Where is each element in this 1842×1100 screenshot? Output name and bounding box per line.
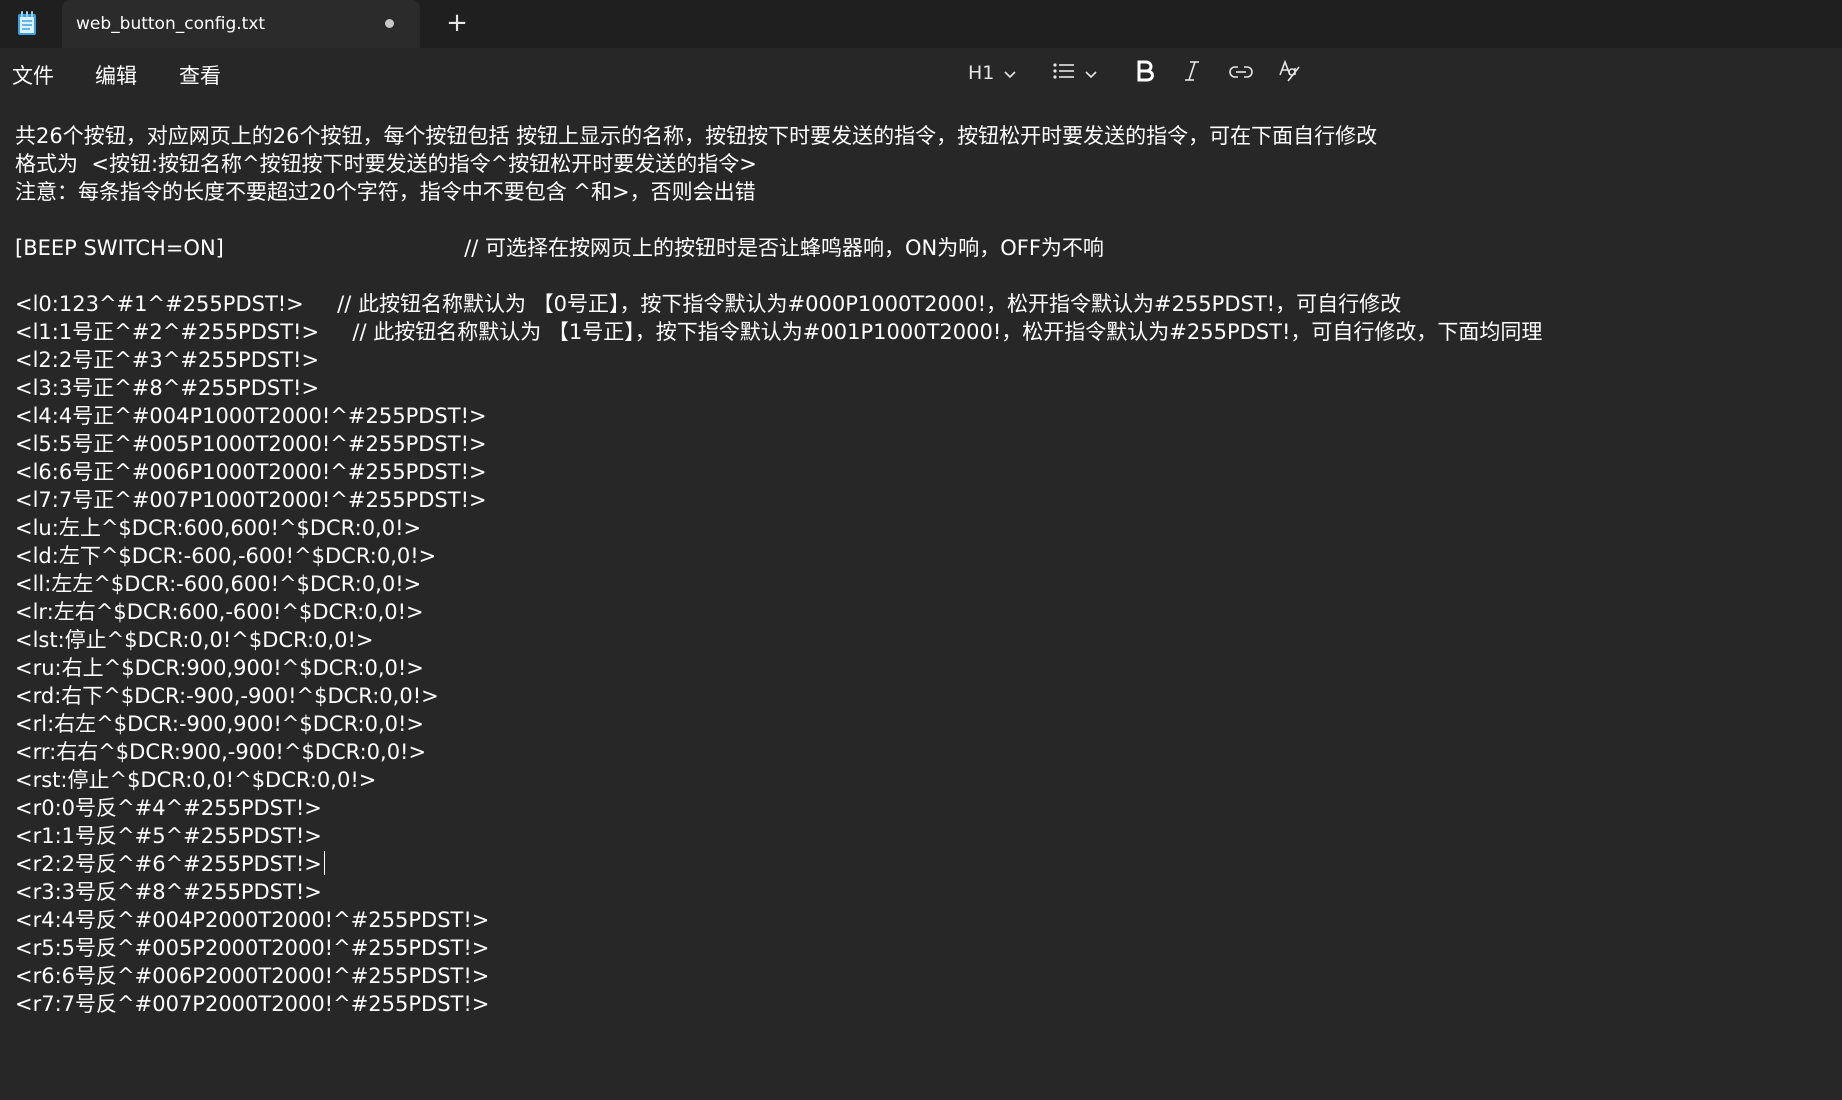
italic-button[interactable] [1183, 56, 1201, 90]
text-line[interactable]: <r2:2号反^#6^#255PDST!> [15, 850, 1542, 878]
text-line[interactable]: <l6:6号正^#006P1000T2000!^#255PDST!> [15, 458, 1542, 486]
text-line-content: <l7:7号正^#007P1000T2000!^#255PDST!> [15, 488, 487, 512]
text-line[interactable]: 格式为 <按钮:按钮名称^按钮按下时要发送的指令^按钮松开时要发送的指令> [15, 150, 1542, 178]
text-line-content: 共26个按钮，对应网页上的26个按钮，每个按钮包括 按钮上显示的名称，按钮按下时… [15, 124, 1378, 148]
text-line[interactable]: <l7:7号正^#007P1000T2000!^#255PDST!> [15, 486, 1542, 514]
text-line[interactable]: <r4:4号反^#004P2000T2000!^#255PDST!> [15, 906, 1542, 934]
text-line[interactable]: <rr:右右^$DCR:900,-900!^$DCR:0,0!> [15, 738, 1542, 766]
text-line[interactable]: <lr:左右^$DCR:600,-600!^$DCR:0,0!> [15, 598, 1542, 626]
text-line[interactable]: <rl:右左^$DCR:-900,900!^$DCR:0,0!> [15, 710, 1542, 738]
text-line[interactable]: <lu:左上^$DCR:600,600!^$DCR:0,0!> [15, 514, 1542, 542]
text-line[interactable]: 共26个按钮，对应网页上的26个按钮，每个按钮包括 按钮上显示的名称，按钮按下时… [15, 122, 1542, 150]
link-button[interactable] [1229, 56, 1253, 90]
spellcheck-icon [1278, 59, 1302, 87]
text-line[interactable]: <r3:3号反^#8^#255PDST!> [15, 878, 1542, 906]
text-line-content: <l2:2号正^#3^#255PDST!> [15, 348, 320, 372]
bold-icon [1136, 60, 1154, 86]
menu-file[interactable]: 文件 [12, 60, 54, 90]
text-line-content: <l4:4号正^#004P1000T2000!^#255PDST!> [15, 404, 487, 428]
text-line[interactable] [15, 262, 1542, 290]
heading-label: H1 [968, 62, 995, 84]
chevron-down-icon [1085, 64, 1097, 83]
menu-edit[interactable]: 编辑 [95, 60, 137, 90]
text-line[interactable]: 注意：每条指令的长度不要超过20个字符，指令中不要包含 ^和>，否则会出错 [15, 178, 1542, 206]
text-line-content: <r4:4号反^#004P2000T2000!^#255PDST!> [15, 908, 490, 932]
text-line[interactable]: <r6:6号反^#006P2000T2000!^#255PDST!> [15, 962, 1542, 990]
unsaved-dot-icon[interactable] [385, 19, 394, 28]
text-line-content: <lu:左上^$DCR:600,600!^$DCR:0,0!> [15, 516, 422, 540]
text-line[interactable] [15, 206, 1542, 234]
text-line-content: 格式为 <按钮:按钮名称^按钮按下时要发送的指令^按钮松开时要发送的指令> [15, 152, 757, 176]
text-line[interactable]: <r0:0号反^#4^#255PDST!> [15, 794, 1542, 822]
text-line[interactable]: <ld:左下^$DCR:-600,-600!^$DCR:0,0!> [15, 542, 1542, 570]
text-line[interactable]: <rst:停止^$DCR:0,0!^$DCR:0,0!> [15, 766, 1542, 794]
document-lines[interactable]: 共26个按钮，对应网页上的26个按钮，每个按钮包括 按钮上显示的名称，按钮按下时… [15, 122, 1542, 1018]
text-line[interactable]: <r5:5号反^#005P2000T2000!^#255PDST!> [15, 934, 1542, 962]
text-line-content: <rl:右左^$DCR:-900,900!^$DCR:0,0!> [15, 712, 425, 736]
title-bar: web_button_config.txt + [0, 0, 1842, 48]
text-line[interactable]: <r7:7号反^#007P2000T2000!^#255PDST!> [15, 990, 1542, 1018]
text-line-content: <l1:1号正^#2^#255PDST!> // 此按钮名称默认为 【1号正】，… [15, 320, 1543, 344]
list-dropdown[interactable] [1053, 56, 1097, 90]
text-line-content: <r5:5号反^#005P2000T2000!^#255PDST!> [15, 936, 490, 960]
spellcheck-button[interactable] [1278, 56, 1302, 90]
text-line-content: <r1:1号反^#5^#255PDST!> [15, 824, 322, 848]
text-line-content: <r2:2号反^#6^#255PDST!> [15, 852, 322, 876]
menu-view[interactable]: 查看 [179, 60, 221, 90]
text-line[interactable]: <ru:右上^$DCR:900,900!^$DCR:0,0!> [15, 654, 1542, 682]
chevron-down-icon [1004, 64, 1016, 83]
text-line[interactable]: <r1:1号反^#5^#255PDST!> [15, 822, 1542, 850]
text-line-content: <r3:3号反^#8^#255PDST!> [15, 880, 322, 904]
text-line-content: <rr:右右^$DCR:900,-900!^$DCR:0,0!> [15, 740, 427, 764]
notepad-icon [16, 10, 38, 36]
text-line[interactable]: <l5:5号正^#005P1000T2000!^#255PDST!> [15, 430, 1542, 458]
text-line[interactable]: <l0:123^#1^#255PDST!> // 此按钮名称默认为 【0号正】，… [15, 290, 1542, 318]
bold-button[interactable] [1136, 56, 1154, 90]
text-line-content: <ru:右上^$DCR:900,900!^$DCR:0,0!> [15, 656, 424, 680]
text-line-content: <r7:7号反^#007P2000T2000!^#255PDST!> [15, 992, 490, 1016]
text-line-content: <ll:左左^$DCR:-600,600!^$DCR:0,0!> [15, 572, 422, 596]
text-line[interactable]: <l1:1号正^#2^#255PDST!> // 此按钮名称默认为 【1号正】，… [15, 318, 1542, 346]
text-line-content: <ld:左下^$DCR:-600,-600!^$DCR:0,0!> [15, 544, 437, 568]
text-caret [323, 851, 325, 875]
text-line-content: <l0:123^#1^#255PDST!> // 此按钮名称默认为 【0号正】，… [15, 292, 1402, 316]
text-editor[interactable]: 共26个按钮，对应网页上的26个按钮，每个按钮包括 按钮上显示的名称，按钮按下时… [0, 96, 1842, 1100]
text-line[interactable]: <l2:2号正^#3^#255PDST!> [15, 346, 1542, 374]
text-line[interactable]: <l4:4号正^#004P1000T2000!^#255PDST!> [15, 402, 1542, 430]
new-tab-button[interactable]: + [442, 8, 472, 38]
text-line-content: [BEEP SWITCH=ON] // 可选择在按网页上的按钮时是否让蜂鸣器响，… [15, 236, 1104, 260]
text-line[interactable]: <rd:右下^$DCR:-900,-900!^$DCR:0,0!> [15, 682, 1542, 710]
text-line-content: <r6:6号反^#006P2000T2000!^#255PDST!> [15, 964, 490, 988]
text-line-content: 注意：每条指令的长度不要超过20个字符，指令中不要包含 ^和>，否则会出错 [15, 180, 756, 204]
text-line-content: <rst:停止^$DCR:0,0!^$DCR:0,0!> [15, 768, 377, 792]
text-line-content: <lst:停止^$DCR:0,0!^$DCR:0,0!> [15, 628, 374, 652]
link-icon [1229, 64, 1253, 83]
italic-icon [1183, 60, 1201, 86]
text-line-content: <lr:左右^$DCR:600,-600!^$DCR:0,0!> [15, 600, 424, 624]
bulleted-list-icon [1053, 63, 1075, 83]
text-line[interactable]: <ll:左左^$DCR:-600,600!^$DCR:0,0!> [15, 570, 1542, 598]
menu-bar: 文件 编辑 查看 [0, 48, 1842, 96]
text-line[interactable]: <lst:停止^$DCR:0,0!^$DCR:0,0!> [15, 626, 1542, 654]
tab-title: web_button_config.txt [76, 14, 266, 34]
heading-dropdown[interactable]: H1 [968, 56, 1016, 90]
text-line-content: <l6:6号正^#006P1000T2000!^#255PDST!> [15, 460, 487, 484]
tab-web-button-config[interactable]: web_button_config.txt [62, 0, 420, 48]
text-line-content: <l3:3号正^#8^#255PDST!> [15, 376, 320, 400]
text-line-content: <rd:右下^$DCR:-900,-900!^$DCR:0,0!> [15, 684, 439, 708]
text-line-content: <r0:0号反^#4^#255PDST!> [15, 796, 322, 820]
text-line[interactable]: [BEEP SWITCH=ON] // 可选择在按网页上的按钮时是否让蜂鸣器响，… [15, 234, 1542, 262]
text-line[interactable]: <l3:3号正^#8^#255PDST!> [15, 374, 1542, 402]
text-line-content: <l5:5号正^#005P1000T2000!^#255PDST!> [15, 432, 487, 456]
